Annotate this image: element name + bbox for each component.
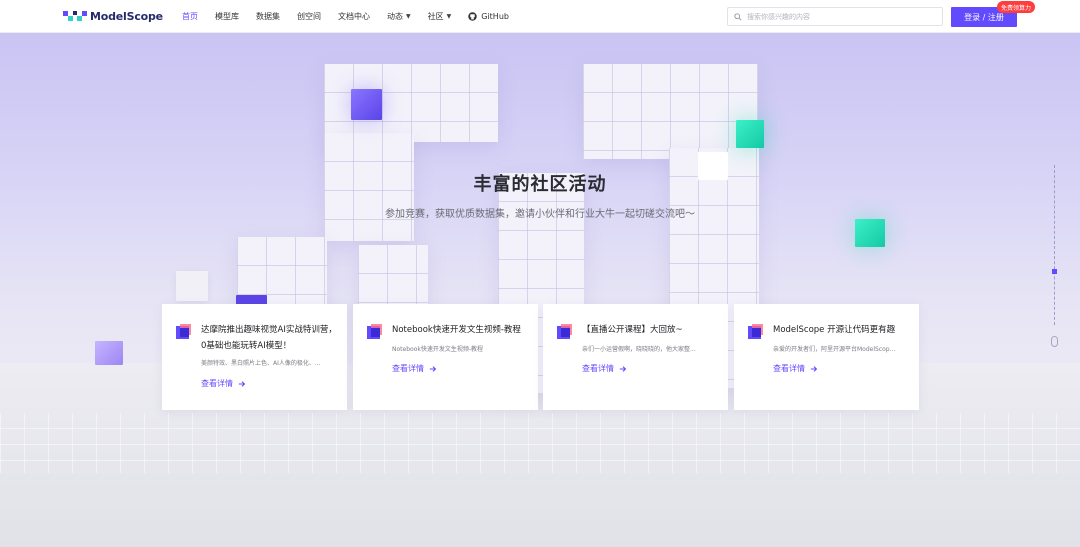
card-description: Notebook快速开发文生视频-教程 xyxy=(392,346,483,353)
teal-cube xyxy=(855,219,885,247)
activity-icon xyxy=(748,324,763,339)
activity-card[interactable]: 达摩院推出趣味视觉AI实战特训营，0基础也能玩转AI模型！ 美颜特效、黑白照片上… xyxy=(162,304,347,410)
lavender-cube xyxy=(95,341,123,365)
caret-down-icon: ▼ xyxy=(446,13,452,20)
view-details-link[interactable]: 查看详情 xyxy=(392,363,437,374)
arrow-right-icon xyxy=(238,380,246,387)
view-details-link[interactable]: 查看详情 xyxy=(201,378,246,389)
top-navbar: ModelScope 首页 模型库 数据集 创空间 文档中心 动态 ▼ 社区 ▼ G… xyxy=(0,0,1080,33)
link-label: 查看详情 xyxy=(582,364,614,373)
arrow-right-icon xyxy=(429,365,437,372)
search-box[interactable] xyxy=(727,7,943,26)
floor-tiles xyxy=(0,413,1080,473)
nav-item-news[interactable]: 动态 ▼ xyxy=(387,11,411,22)
card-title: 【直播公开课程】大回放~ xyxy=(582,325,683,335)
purple-cube xyxy=(351,89,382,120)
search-input[interactable] xyxy=(747,12,927,21)
card-title: ModelScope 开源让代码更有趣 xyxy=(773,325,896,335)
nav-item-github[interactable]: GitHub xyxy=(468,12,509,21)
link-label: 查看详情 xyxy=(392,364,424,373)
card-title: 达摩院推出趣味视觉AI实战特训营，0基础也能玩转AI模型！ xyxy=(201,325,337,351)
mouse-scroll-icon xyxy=(1051,336,1058,347)
scroll-track[interactable] xyxy=(1054,165,1055,325)
community-activities-hero: 丰富的社区活动 参加竞赛，获取优质数据集，邀请小伙伴和行业大牛一起切磋交流吧～ … xyxy=(0,33,1080,547)
card-description: 亲们一小运营假啊，晓晓晓的，他大家整... xyxy=(582,346,696,353)
link-label: 查看详情 xyxy=(773,364,805,373)
hero-block-structure xyxy=(583,64,758,159)
free-compute-badge[interactable]: 免费领算力 xyxy=(997,1,1036,13)
activity-icon xyxy=(367,324,382,339)
activity-card[interactable]: 【直播公开课程】大回放~ 亲们一小运营假啊，晓晓晓的，他大家整... 查看详情 xyxy=(543,304,728,410)
link-label: 查看详情 xyxy=(201,379,233,388)
search-icon xyxy=(734,12,742,21)
activity-icon xyxy=(176,324,191,339)
nav-item-studios[interactable]: 创空间 xyxy=(297,11,321,22)
activity-icon xyxy=(557,324,572,339)
view-details-link[interactable]: 查看详情 xyxy=(582,363,627,374)
card-title: Notebook快速开发文生视频-教程 xyxy=(392,325,521,335)
modelscope-logo[interactable]: ModelScope xyxy=(63,9,163,23)
main-nav: 首页 模型库 数据集 创空间 文档中心 动态 ▼ 社区 ▼ GitHub xyxy=(182,0,526,33)
nav-label: 文档中心 xyxy=(338,12,370,21)
logo-text: ModelScope xyxy=(90,9,163,23)
logo-mark-icon xyxy=(63,11,87,21)
nav-label: 动态 xyxy=(387,12,403,21)
white-cube xyxy=(176,271,208,301)
github-icon xyxy=(468,12,477,21)
activity-card[interactable]: Notebook快速开发文生视频-教程 Notebook快速开发文生视频-教程 … xyxy=(353,304,538,410)
hero-subtitle: 参加竞赛，获取优质数据集，邀请小伙伴和行业大牛一起切磋交流吧～ xyxy=(385,209,695,220)
scroll-indicator[interactable] xyxy=(1052,269,1057,274)
caret-down-icon: ▼ xyxy=(406,13,411,20)
nav-label: 数据集 xyxy=(256,12,280,21)
nav-label: 首页 xyxy=(182,12,198,21)
activity-card[interactable]: ModelScope 开源让代码更有趣 亲爱的开发者们，阿里开源平台ModelS… xyxy=(734,304,919,410)
nav-item-docs[interactable]: 文档中心 xyxy=(338,11,370,22)
nav-label: 创空间 xyxy=(297,12,321,21)
arrow-right-icon xyxy=(619,365,627,372)
card-description: 亲爱的开发者们，阿里开源平台ModelScop... xyxy=(773,346,896,353)
teal-cube xyxy=(736,120,764,148)
nav-label: GitHub xyxy=(481,12,509,21)
nav-item-community[interactable]: 社区 ▼ xyxy=(428,11,452,22)
hero-title: 丰富的社区活动 xyxy=(473,174,607,195)
nav-item-models[interactable]: 模型库 xyxy=(215,11,239,22)
nav-label: 社区 xyxy=(427,12,444,21)
view-details-link[interactable]: 查看详情 xyxy=(773,363,818,374)
card-description: 美颜特效、黑白照片上色、AI人像的极化、... xyxy=(201,360,321,367)
nav-label: 模型库 xyxy=(215,12,239,21)
arrow-right-icon xyxy=(810,365,818,372)
nav-item-home[interactable]: 首页 xyxy=(182,11,198,22)
nav-item-datasets[interactable]: 数据集 xyxy=(256,11,280,22)
